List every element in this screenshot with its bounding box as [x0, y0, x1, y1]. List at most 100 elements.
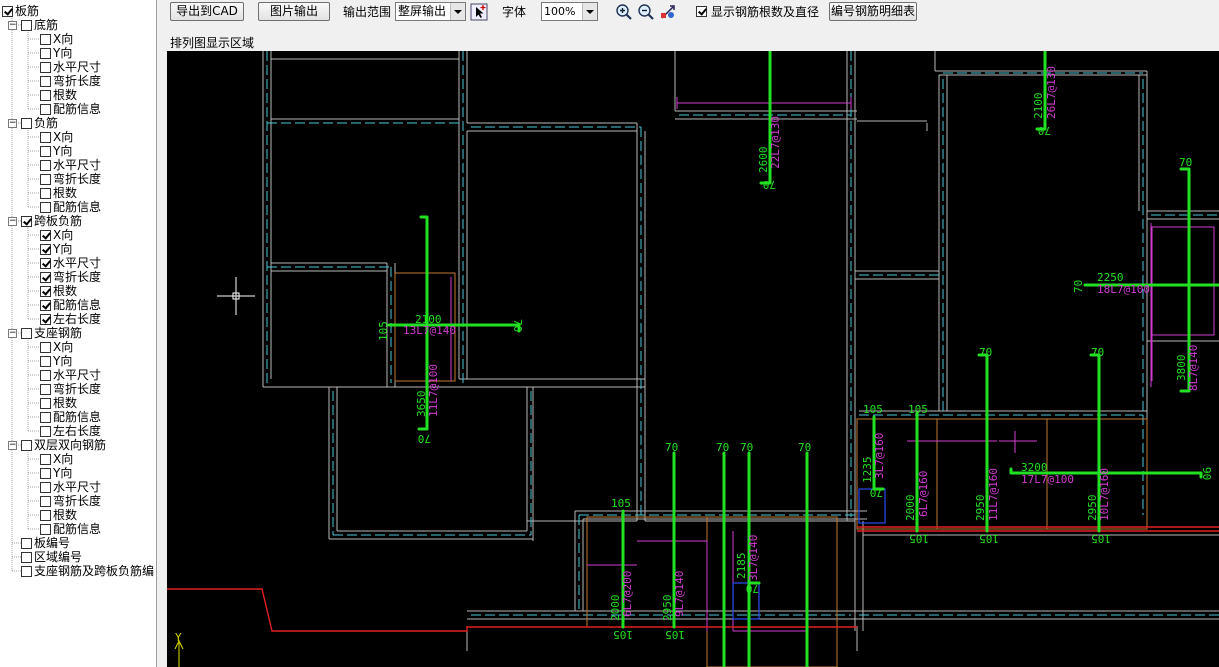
checkbox[interactable] [21, 537, 32, 549]
tree-root[interactable]: 板筋 [2, 4, 39, 18]
tree-group[interactable]: 支座钢筋 [21, 326, 82, 340]
show-count-checkbox[interactable] [696, 6, 707, 17]
checkbox[interactable] [21, 551, 32, 563]
checkbox[interactable] [40, 145, 51, 157]
tree-leaf[interactable]: 水平尺寸 [40, 60, 101, 74]
drawing-canvas[interactable]: Y 70 2600 70 2100 2100 70 105 3650 70 70… [167, 51, 1219, 667]
checkbox[interactable] [40, 159, 51, 171]
tree-leaf[interactable]: Y向 [40, 354, 72, 368]
tree-item-label: 弯折长度 [53, 270, 102, 284]
tree-leaf[interactable]: X向 [40, 130, 73, 144]
tree-leaf[interactable]: 水平尺寸 [40, 480, 101, 494]
tree-leaf[interactable]: X向 [40, 452, 73, 466]
checkbox[interactable] [40, 411, 51, 423]
collapse-toggle-icon[interactable]: − [8, 441, 17, 450]
checkbox[interactable] [40, 187, 51, 199]
export-cad-button[interactable]: 导出到CAD [170, 2, 244, 21]
checkbox[interactable] [40, 341, 51, 353]
checkbox[interactable] [40, 89, 51, 101]
tree-leaf[interactable]: 弯折长度 [40, 74, 101, 88]
tree-leaf[interactable]: 弯折长度 [40, 270, 101, 284]
tree-leaf[interactable]: Y向 [40, 242, 72, 256]
tree-leaf[interactable]: X向 [40, 228, 73, 242]
detail-table-button[interactable]: 编号钢筋明细表 [829, 2, 917, 21]
tree-leaf[interactable]: 根数 [40, 186, 77, 200]
tree-group[interactable]: 双层双向钢筋 [21, 438, 106, 452]
tree-group[interactable]: 负筋 [21, 116, 58, 130]
tree-leaf[interactable]: 根数 [40, 284, 77, 298]
export-image-button[interactable]: 图片输出 [258, 2, 330, 21]
checkbox[interactable] [21, 439, 32, 451]
tree-leaf[interactable]: 水平尺寸 [40, 158, 101, 172]
tree-leaf[interactable]: Y向 [40, 46, 72, 60]
checkbox[interactable] [21, 327, 32, 339]
pan-icon[interactable] [659, 3, 677, 21]
checkbox[interactable] [40, 299, 51, 311]
tree-leaf[interactable]: 根数 [40, 508, 77, 522]
checkbox[interactable] [2, 5, 13, 17]
checkbox[interactable] [40, 355, 51, 367]
collapse-toggle-icon[interactable]: − [8, 119, 17, 128]
checkbox[interactable] [40, 33, 51, 45]
checkbox[interactable] [40, 523, 51, 535]
tree-leaf[interactable]: 水平尺寸 [40, 256, 101, 270]
checkbox[interactable] [40, 397, 51, 409]
checkbox[interactable] [40, 509, 51, 521]
tree-leaf[interactable]: 配筋信息 [40, 102, 101, 116]
checkbox[interactable] [21, 215, 32, 227]
tree-extra[interactable]: 支座钢筋及跨板负筋编 [21, 564, 154, 578]
zoom-out-icon[interactable] [637, 3, 655, 21]
checkbox[interactable] [40, 103, 51, 115]
checkbox[interactable] [21, 19, 32, 31]
range-select[interactable]: 整屏输出 [395, 2, 466, 21]
checkbox[interactable] [40, 75, 51, 87]
font-size-select[interactable]: 100% [541, 2, 598, 21]
collapse-toggle-icon[interactable]: − [8, 21, 17, 30]
checkbox[interactable] [40, 61, 51, 73]
rebar-spec-label: 11L7@160 [987, 468, 1000, 521]
pick-range-icon[interactable] [470, 3, 488, 21]
zoom-in-icon[interactable] [615, 3, 633, 21]
tree-group[interactable]: 跨板负筋 [21, 214, 82, 228]
tree-leaf[interactable]: Y向 [40, 144, 72, 158]
tree-leaf[interactable]: 根数 [40, 396, 77, 410]
tree-leaf[interactable]: 弯折长度 [40, 382, 101, 396]
tree-leaf[interactable]: 根数 [40, 88, 77, 102]
checkbox[interactable] [21, 565, 32, 577]
tree-leaf[interactable]: 配筋信息 [40, 298, 101, 312]
checkbox[interactable] [40, 229, 51, 241]
tree-leaf[interactable]: X向 [40, 340, 73, 354]
checkbox[interactable] [40, 285, 51, 297]
tree-leaf[interactable]: 弯折长度 [40, 172, 101, 186]
checkbox[interactable] [40, 201, 51, 213]
tree-extra[interactable]: 板编号 [21, 536, 70, 550]
tree-leaf[interactable]: 左右长度 [40, 312, 101, 326]
checkbox[interactable] [40, 47, 51, 59]
tree-leaf[interactable]: X向 [40, 32, 73, 46]
tree-extra[interactable]: 区域编号 [21, 550, 82, 564]
checkbox[interactable] [40, 425, 51, 437]
checkbox[interactable] [40, 383, 51, 395]
tree-leaf[interactable]: 配筋信息 [40, 522, 101, 536]
checkbox[interactable] [40, 271, 51, 283]
checkbox[interactable] [40, 243, 51, 255]
checkbox[interactable] [40, 453, 51, 465]
checkbox[interactable] [40, 257, 51, 269]
tree-group[interactable]: 底筋 [21, 18, 58, 32]
checkbox[interactable] [40, 369, 51, 381]
tree-leaf[interactable]: 配筋信息 [40, 200, 101, 214]
tree-leaf[interactable]: 左右长度 [40, 424, 101, 438]
tree-leaf[interactable]: Y向 [40, 466, 72, 480]
checkbox[interactable] [40, 131, 51, 143]
tree-leaf[interactable]: 水平尺寸 [40, 368, 101, 382]
tree-leaf[interactable]: 弯折长度 [40, 494, 101, 508]
checkbox[interactable] [40, 467, 51, 479]
checkbox[interactable] [40, 495, 51, 507]
checkbox[interactable] [40, 173, 51, 185]
checkbox[interactable] [21, 117, 32, 129]
collapse-toggle-icon[interactable]: − [8, 217, 17, 226]
checkbox[interactable] [40, 313, 51, 325]
collapse-toggle-icon[interactable]: − [8, 329, 17, 338]
tree-leaf[interactable]: 配筋信息 [40, 410, 101, 424]
checkbox[interactable] [40, 481, 51, 493]
